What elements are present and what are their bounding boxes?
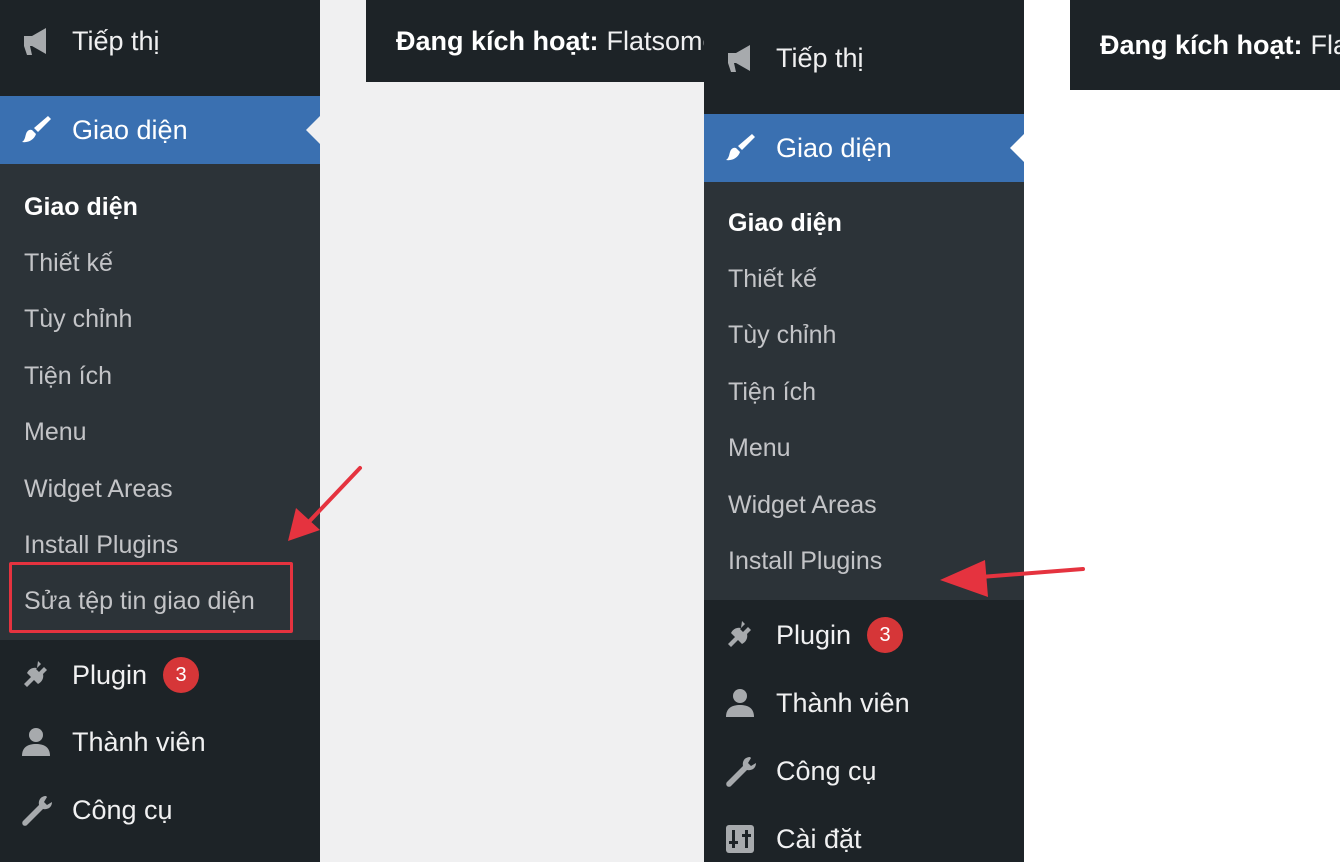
submenu-item-menus[interactable]: Menu <box>728 434 791 463</box>
submenu-item-menus[interactable]: Menu <box>24 418 87 447</box>
menu-item-label: Thành viên <box>776 687 910 718</box>
appearance-submenu: Giao diện Thiết kế Tùy chỉnh Tiện ích Me… <box>704 182 1024 600</box>
update-count-badge: 3 <box>163 657 199 693</box>
menu-item-label: Công cụ <box>72 794 173 825</box>
menu-item-tools[interactable]: Công cụ <box>0 776 320 844</box>
active-theme-value: Flatsome <box>1310 29 1340 60</box>
admin-sidebar-right: Tiếp thị Giao diện Giao diện Thiết kế Tù… <box>704 0 1024 862</box>
paintbrush-icon <box>722 130 758 166</box>
menu-item-label: Công cụ <box>776 755 877 786</box>
highlight-box <box>9 562 293 633</box>
menu-item-users[interactable]: Thành viên <box>704 669 1024 737</box>
menu-item-plugins[interactable]: Plugin 3 <box>0 641 320 709</box>
megaphone-icon <box>18 23 54 59</box>
menu-item-appearance[interactable]: Giao diện <box>0 96 320 164</box>
active-theme-value: Flatsome <box>606 25 704 56</box>
paintbrush-icon <box>18 112 54 148</box>
user-icon <box>18 724 54 760</box>
submenu-item-design[interactable]: Thiết kế <box>728 265 817 294</box>
admin-sidebar-left: Tiếp thị Giao diện Giao diện Thiết kế Tù… <box>0 0 320 862</box>
submenu-item-customize[interactable]: Tùy chỉnh <box>728 321 836 350</box>
submenu-item-themes[interactable]: Giao diện <box>24 193 138 222</box>
submenu-item-widget-areas[interactable]: Widget Areas <box>24 475 173 504</box>
update-count-badge: 3 <box>867 617 903 653</box>
menu-item-label: Tiếp thị <box>72 25 160 56</box>
menu-item-settings[interactable]: Cài đặt <box>704 805 1024 862</box>
menu-item-plugins[interactable]: Plugin 3 <box>704 601 1024 669</box>
menu-item-label: Plugin <box>776 619 852 650</box>
submenu-item-widget-areas[interactable]: Widget Areas <box>728 491 877 520</box>
active-theme-bar-left: Đang kích hoạt: Flatsome <box>366 0 704 82</box>
active-theme-label: Đang kích hoạt: <box>396 25 599 56</box>
menu-item-label: Plugin <box>72 659 148 690</box>
dashboard-icon <box>724 0 760 4</box>
submenu-item-themes[interactable]: Giao diện <box>728 209 842 238</box>
submenu-item-widgets[interactable]: Tiện ích <box>728 378 816 407</box>
sliders-icon <box>722 821 758 857</box>
menu-item-tools[interactable]: Công cụ <box>704 737 1024 805</box>
active-theme-bar-right: Đang kích hoạt: Flatsome <box>1070 0 1340 90</box>
wrench-icon <box>722 753 758 789</box>
wrench-icon <box>18 792 54 828</box>
menu-item-label: Giao diện <box>776 132 892 163</box>
plug-icon <box>18 657 54 693</box>
menu-item-marketing[interactable]: Tiếp thị <box>0 7 320 75</box>
menu-item-label: Thành viên <box>72 726 206 757</box>
menu-item-marketing[interactable]: Tiếp thị <box>704 24 1024 92</box>
plug-icon <box>722 617 758 653</box>
content-area-left <box>320 0 704 862</box>
submenu-item-install-plugins[interactable]: Install Plugins <box>728 547 882 576</box>
menu-item-label: Cài đặt <box>776 823 862 854</box>
active-theme-label: Đang kích hoạt: <box>1100 29 1303 60</box>
submenu-item-widgets[interactable]: Tiện ích <box>24 362 112 391</box>
menu-item-label: Giao diện <box>72 114 188 145</box>
user-icon <box>722 685 758 721</box>
submenu-item-design[interactable]: Thiết kế <box>24 249 113 278</box>
menu-item-appearance[interactable]: Giao diện <box>704 114 1024 182</box>
content-area-right <box>1024 0 1340 862</box>
submenu-item-install-plugins[interactable]: Install Plugins <box>24 531 178 560</box>
submenu-item-customize[interactable]: Tùy chỉnh <box>24 305 132 334</box>
menu-item-users[interactable]: Thành viên <box>0 708 320 776</box>
megaphone-icon <box>722 40 758 76</box>
menu-item-label: Tiếp thị <box>776 42 864 73</box>
